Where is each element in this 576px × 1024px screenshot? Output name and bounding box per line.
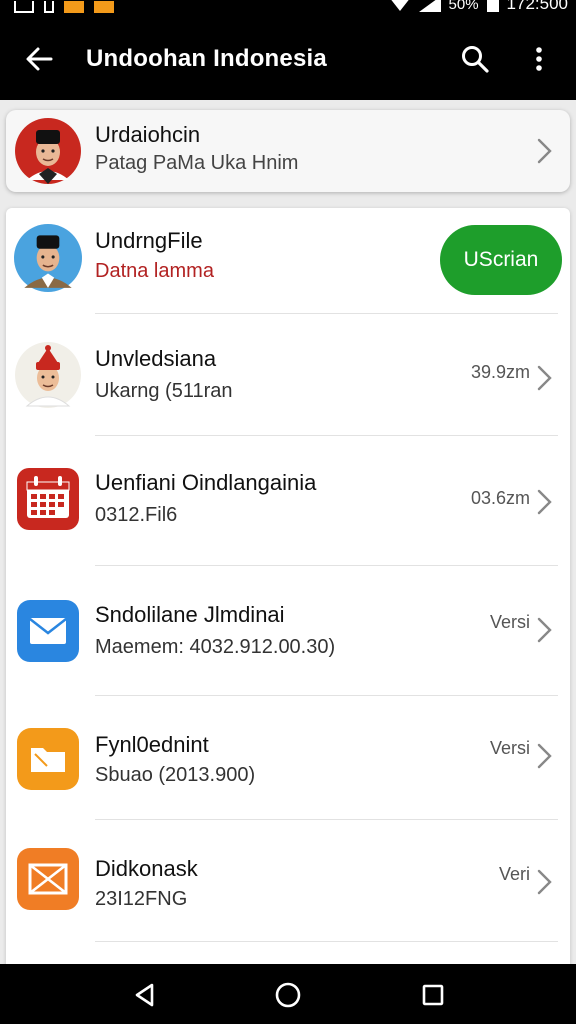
mail-icon	[17, 600, 79, 662]
open-button[interactable]: UScrian	[440, 225, 562, 295]
item-subtitle: 0312.Fil6	[95, 504, 178, 526]
nav-home-icon[interactable]	[273, 980, 303, 1010]
more-vert-icon[interactable]	[524, 44, 554, 74]
featured-title: Urdaiohcin	[95, 122, 201, 147]
item-subtitle: Maemem: 4032.912.00.30)	[95, 636, 336, 658]
chevron-right-icon	[537, 743, 552, 769]
folder-icon	[17, 728, 79, 790]
status-bar: 50% 172:500	[0, 0, 576, 22]
list-item[interactable]: Uenfiani Oindlangainia 0312.Fil6 03.6zm	[6, 436, 570, 566]
item-meta: 03.6zm	[470, 488, 530, 508]
chevron-right-icon	[537, 489, 552, 515]
battery-icon	[486, 0, 499, 12]
list-item[interactable]: UndrngFile Datna lamma UScrian	[6, 208, 570, 314]
featured-card[interactable]: Urdaiohcin Patag PaMa Uka Hnim	[6, 110, 570, 192]
divider	[95, 941, 558, 942]
arrow-left-icon[interactable]	[24, 44, 54, 74]
avatar	[15, 118, 81, 184]
featured-row[interactable]: Urdaiohcin Patag PaMa Uka Hnim	[6, 110, 570, 192]
chevron-right-icon	[537, 138, 552, 164]
item-subtitle: Datna lamma	[95, 260, 214, 282]
list-item[interactable]: Didkonask 23I12FNG Veri	[6, 820, 570, 942]
item-title: Didkonask	[95, 856, 198, 881]
item-meta: Veri	[498, 864, 530, 884]
image-notification-icon	[14, 1, 34, 13]
search-icon[interactable]	[460, 44, 490, 74]
signal-icon	[418, 0, 441, 12]
battery-percent: 50%	[448, 0, 479, 13]
wifi-icon	[388, 0, 411, 11]
mail-open-icon	[17, 848, 79, 910]
page-title: Undoohan Indonesia	[86, 45, 327, 72]
notification-icons	[14, 0, 114, 14]
item-meta: Versi	[489, 738, 530, 758]
list-item[interactable]: Fynl0ednint Sbuao (2013.900) Versi	[6, 696, 570, 820]
music-notification-icon	[44, 1, 54, 13]
featured-subtitle: Patag PaMa Uka Hnim	[95, 152, 299, 174]
item-title: Sndolilane Jlmdinai	[95, 602, 285, 627]
item-subtitle: Sbuao (2013.900)	[95, 764, 256, 786]
system-nav-bar	[0, 964, 576, 1024]
app-notification-icon-2	[94, 1, 114, 13]
app-notification-icon	[64, 1, 84, 13]
item-title: UndrngFile	[95, 228, 203, 253]
item-meta: Versi	[489, 612, 530, 632]
app-bar: Undoohan Indonesia	[0, 22, 576, 100]
content-area: Urdaiohcin Patag PaMa Uka Hnim UndrngFil…	[0, 100, 576, 964]
list-item[interactable]: Sndolilane Jlmdinai Maemem: 4032.912.00.…	[6, 566, 570, 696]
item-subtitle: Ukarng (511ran	[95, 380, 233, 402]
avatar	[14, 224, 82, 292]
chevron-right-icon	[537, 869, 552, 895]
item-title: Uenfiani Oindlangainia	[95, 470, 317, 495]
chevron-right-icon	[537, 617, 552, 643]
item-title: Fynl0ednint	[95, 732, 209, 757]
nav-recents-icon[interactable]	[418, 980, 448, 1010]
calendar-icon	[17, 468, 79, 530]
avatar	[15, 342, 81, 408]
chevron-right-icon	[537, 365, 552, 391]
list-item[interactable]: Unvledsiana Ukarng (511ran 39.9zm	[6, 314, 570, 436]
app-list: UndrngFile Datna lamma UScrian Unvledsia…	[6, 208, 570, 964]
item-meta: 39.9zm	[470, 362, 530, 382]
clock: 172:500	[506, 0, 568, 13]
item-subtitle: 23I12FNG	[95, 888, 188, 910]
status-indicators: 50% 172:500	[388, 0, 568, 14]
nav-back-icon[interactable]	[130, 980, 160, 1010]
item-title: Unvledsiana	[95, 346, 217, 371]
